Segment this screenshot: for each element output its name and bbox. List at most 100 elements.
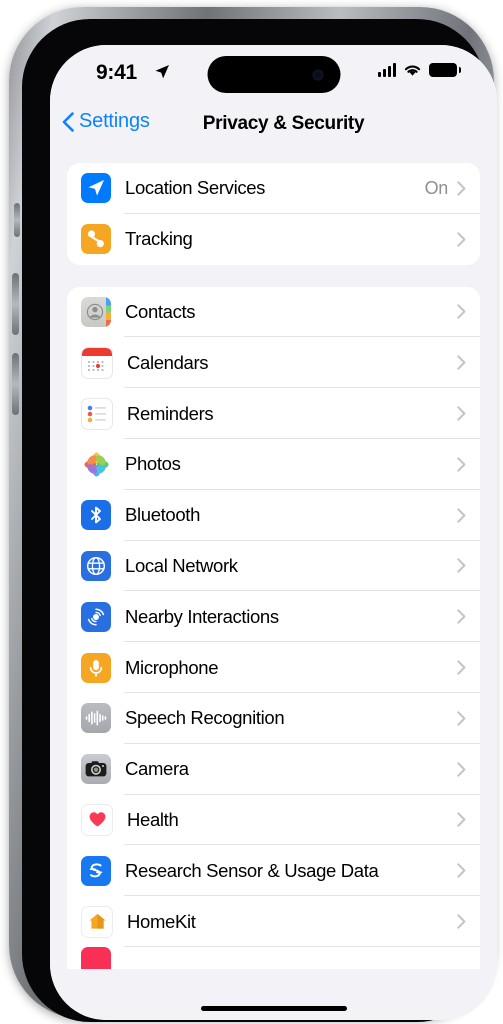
settings-row-label: Microphone [125,656,219,678]
settings-row-accessory [457,406,480,421]
settings-row-accessory [457,507,480,523]
location-arrow-icon [155,65,169,79]
settings-row-tracking[interactable]: Tracking [67,213,480,265]
chevron-right-icon [457,711,466,726]
page-title: Privacy & Security [202,113,365,134]
settings-row-label: HomeKit [127,910,196,932]
settings-row-label: Contacts [125,300,196,322]
research-sensor-icon [81,855,111,886]
volume-down-button[interactable] [12,353,19,415]
health-icon [81,803,113,836]
settings-row-accessory [457,558,480,574]
chevron-right-icon [457,914,466,929]
settings-row-research-sensor-usage-data[interactable]: Research Sensor & Usage Data [67,845,480,897]
chevron-right-icon [457,761,466,777]
local-network-icon [81,550,111,581]
settings-row-partial-below-fold[interactable] [67,946,480,969]
settings-row-accessory [457,812,480,828]
battery-full-icon [429,63,461,77]
settings-row-label: Camera [125,758,189,780]
phone-frame: 9:41 Settings Privacy & Security Locatio… [9,7,497,1022]
speech-recognition-icon [81,703,111,734]
settings-row-nearby-interactions[interactable]: Nearby Interactions [67,591,480,643]
settings-row-label: Speech Recognition [125,707,285,729]
settings-row-health[interactable]: Health [67,794,480,846]
settings-row-label: Nearby Interactions [125,605,279,627]
contacts-icon [81,296,111,327]
settings-row-accessory [457,609,480,624]
home-indicator[interactable] [200,1006,347,1011]
settings-row-label: Reminders [127,402,214,424]
settings-row-accessory [457,304,480,320]
nearby-interactions-icon [81,601,111,632]
chevron-right-icon [457,457,466,472]
status-bar: 9:41 [50,45,497,103]
settings-row-accessory [457,355,480,370]
bluetooth-icon [81,500,111,531]
chevron-right-icon [457,558,466,574]
chevron-right-icon [457,304,466,320]
settings-row-accessory [457,761,480,777]
settings-group-services: Location Services On Tracking [67,163,480,265]
chevron-right-icon [457,812,466,828]
navigation-bar: Settings Privacy & Security [50,103,497,151]
settings-row-local-network[interactable]: Local Network [67,540,480,592]
settings-row-label: Location Services [125,177,266,199]
settings-row-photos[interactable]: Photos [67,438,480,490]
settings-row-contacts[interactable]: Contacts [67,286,480,338]
settings-row-calendars[interactable]: Calendars [67,337,480,389]
front-camera-icon [312,69,323,80]
calendar-header-bar [82,347,112,356]
settings-row-accessory [457,863,480,878]
camera-icon [81,754,111,785]
location-services-icon [81,173,111,204]
settings-row-accessory [457,457,480,472]
media-apple-music-icon [81,946,111,969]
photos-icon [81,449,111,480]
settings-row-camera[interactable]: Camera [67,743,480,795]
settings-row-accessory [457,660,480,675]
settings-row-location-services[interactable]: Location Services On [67,163,480,214]
reminders-icon [81,397,113,430]
settings-row-microphone[interactable]: Microphone [67,642,480,693]
chevron-right-icon [457,507,466,523]
dynamic-island [207,56,340,93]
chevron-right-icon [457,181,466,196]
chevron-right-icon [457,355,466,370]
status-bar-time: 9:41 [96,61,137,84]
settings-row-accessory [457,914,480,929]
status-value: On [424,177,449,198]
homekit-icon [81,905,113,938]
settings-row-accessory [448,231,480,247]
wifi-icon [404,65,421,76]
chevron-right-icon [457,863,466,878]
chevron-right-icon [457,660,466,675]
microphone-icon [81,652,111,683]
settings-row-bluetooth[interactable]: Bluetooth [67,489,480,541]
silent-switch[interactable] [14,203,20,237]
settings-row-homekit[interactable]: HomeKit [67,896,480,947]
settings-row-label: Local Network [125,554,238,576]
settings-row-label: Research Sensor & Usage Data [125,859,379,881]
settings-row-label: Bluetooth [125,504,201,526]
settings-row-reminders[interactable]: Reminders [67,388,480,439]
settings-row-speech-recognition[interactable]: Speech Recognition [67,692,480,744]
chevron-right-icon [457,231,466,247]
settings-list[interactable]: Location Services On Tracking Contacts C… [50,151,497,1020]
phone-bezel: 9:41 Settings Privacy & Security Locatio… [22,19,497,1022]
settings-row-label: Calendars [127,351,209,373]
chevron-right-icon [457,406,466,421]
contacts-tab-strip [106,296,111,327]
chevron-right-icon [457,609,466,624]
calendars-icon [81,346,113,379]
settings-row-label: Health [127,808,179,830]
settings-row-label: Tracking [125,228,193,250]
settings-row-accessory [457,711,480,726]
settings-group-permissions: Contacts Calendars Reminders Photos Blue… [67,286,480,969]
settings-row-accessory: On [425,178,480,199]
tracking-icon [81,224,111,255]
settings-row-label: Photos [125,453,181,475]
cellular-signal-icon [378,63,396,77]
phone-screen: 9:41 Settings Privacy & Security Locatio… [50,45,497,1020]
volume-up-button[interactable] [12,273,19,335]
